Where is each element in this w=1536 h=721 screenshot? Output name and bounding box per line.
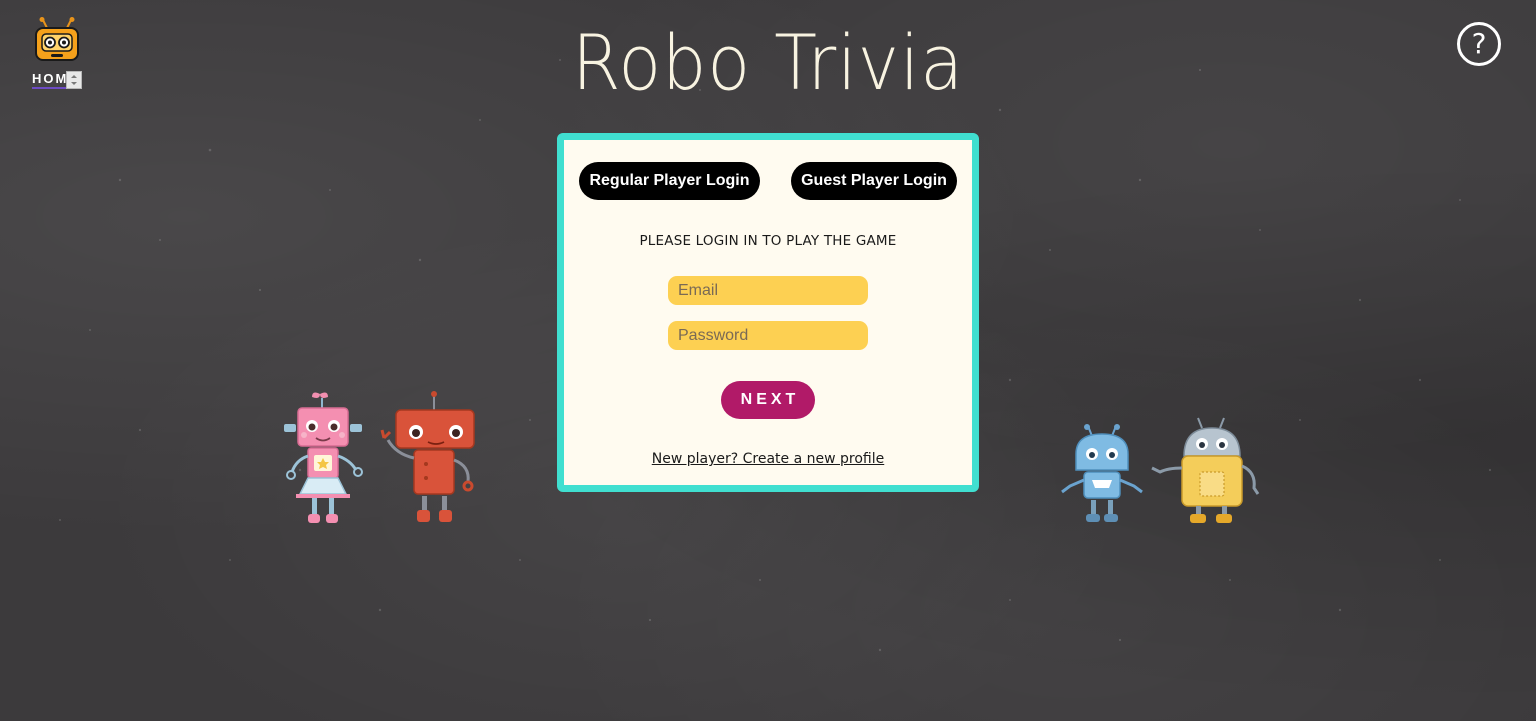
- pink-robot-icon: [284, 392, 363, 523]
- guest-player-login-tab[interactable]: Guest Player Login: [791, 162, 957, 200]
- password-field[interactable]: [668, 321, 868, 350]
- regular-player-login-tab[interactable]: Regular Player Login: [579, 162, 760, 200]
- blue-robot-icon: [1061, 424, 1143, 522]
- red-robot-icon: [380, 391, 475, 522]
- email-field[interactable]: [668, 276, 868, 305]
- yellow-robot-icon: [1151, 417, 1260, 523]
- login-card: Regular Player Login Guest Player Login …: [557, 133, 979, 492]
- next-button[interactable]: NEXT: [721, 381, 815, 419]
- login-prompt: PLEASE LOGIN IN TO PLAY THE GAME: [639, 233, 897, 249]
- question-circle-icon: ?: [1471, 27, 1487, 60]
- create-profile-link[interactable]: New player? Create a new profile: [564, 451, 972, 467]
- help-button[interactable]: ?: [1457, 22, 1501, 66]
- page-title: Robo Trivia: [571, 18, 964, 107]
